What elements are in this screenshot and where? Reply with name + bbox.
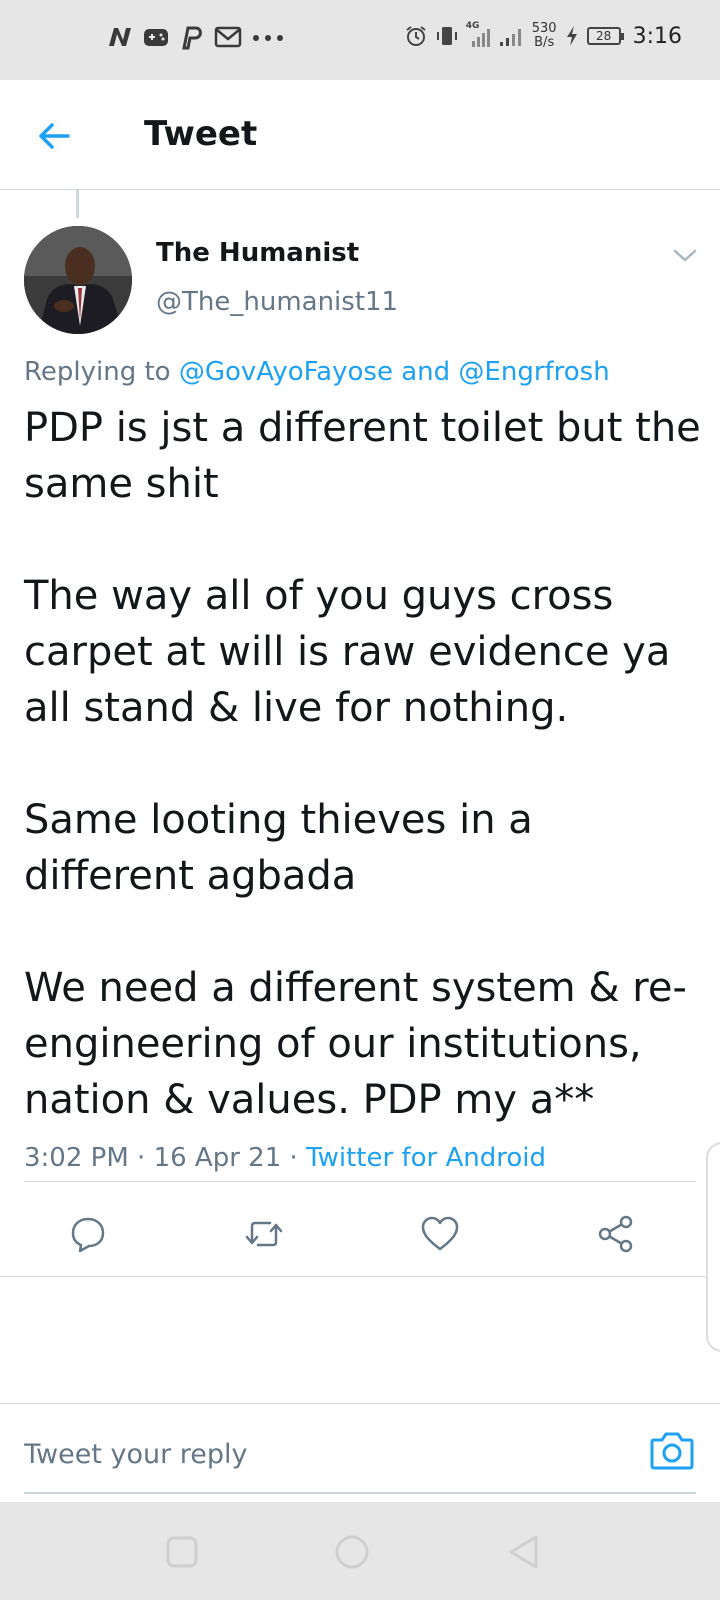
reply-input[interactable] [24, 1432, 624, 1476]
clock: 3:16 [632, 23, 682, 49]
alarm-icon [406, 26, 426, 46]
system-indicators: 4G 530 B/s 28 3:16 [404, 21, 682, 50]
game-controller-icon [144, 29, 168, 46]
arrow-left-icon[interactable] [32, 114, 76, 158]
tweet-paragraph: Same looting thieves in a different agba… [24, 797, 533, 899]
system-nav-bar [0, 1502, 720, 1600]
heart-icon [421, 1216, 459, 1251]
back-triangle-icon[interactable] [502, 1530, 546, 1574]
tweet-source-link[interactable]: Twitter for Android [306, 1143, 546, 1173]
avatar-image [24, 226, 132, 334]
comment-icon [71, 1217, 105, 1253]
share-button[interactable] [586, 1204, 646, 1264]
mention-link[interactable]: @Engrfrosh [458, 357, 609, 387]
reply-composer [0, 1403, 720, 1503]
signal-4g-icon: 4G [466, 21, 490, 49]
camera-icon[interactable] [648, 1428, 696, 1472]
reply-button[interactable] [58, 1204, 118, 1264]
share-icon [598, 1215, 633, 1253]
tweet-time: 3:02 PM [24, 1143, 129, 1173]
charging-icon [566, 26, 577, 46]
like-button[interactable] [410, 1204, 470, 1264]
n-app-icon [109, 28, 131, 46]
p-app-icon [182, 26, 202, 50]
avatar[interactable] [24, 226, 132, 334]
thread-connector [76, 190, 79, 218]
tweet-date: 16 Apr 21 [153, 1143, 282, 1173]
replying-to: Replying to @GovAyoFayose and @Engrfrosh [24, 357, 610, 387]
vibrate-icon [436, 27, 457, 45]
divider [24, 1181, 696, 1182]
tweet-meta: 3:02 PM · 16 Apr 21 · Twitter for Androi… [24, 1143, 546, 1173]
page-title: Tweet [144, 114, 258, 154]
more-notifications-icon [253, 35, 283, 41]
app-header: Tweet [0, 80, 720, 190]
tweet-text: PDP is jst a different toilet but the sa… [24, 400, 704, 1128]
tweet-paragraph: The way all of you guys cross carpet at … [24, 573, 671, 731]
retweet-icon [245, 1221, 283, 1247]
tweet-actions [0, 1204, 720, 1294]
edge-panel-handle[interactable] [706, 1142, 720, 1352]
retweet-button[interactable] [234, 1204, 294, 1264]
notification-icons [106, 24, 286, 50]
tweet-paragraph: We need a different system & re-engineer… [24, 965, 687, 1123]
chevron-down-icon[interactable] [670, 244, 700, 268]
tweet-paragraph: PDP is jst a different toilet but the sa… [24, 405, 701, 507]
status-bar: 4G 530 B/s 28 3:16 [0, 0, 720, 80]
author-handle[interactable]: @The_humanist11 [156, 287, 398, 317]
home-icon[interactable] [330, 1530, 374, 1574]
divider [0, 1276, 720, 1277]
recent-apps-icon[interactable] [160, 1530, 204, 1574]
signal-strength-icon [499, 29, 521, 46]
reply-underline [24, 1492, 696, 1494]
author-name[interactable]: The Humanist [156, 238, 359, 268]
mail-icon [214, 26, 242, 48]
mention-link[interactable]: @GovAyoFayose [179, 357, 393, 387]
battery-indicator: 28 [586, 27, 624, 45]
network-speed: 530 B/s [531, 21, 557, 50]
